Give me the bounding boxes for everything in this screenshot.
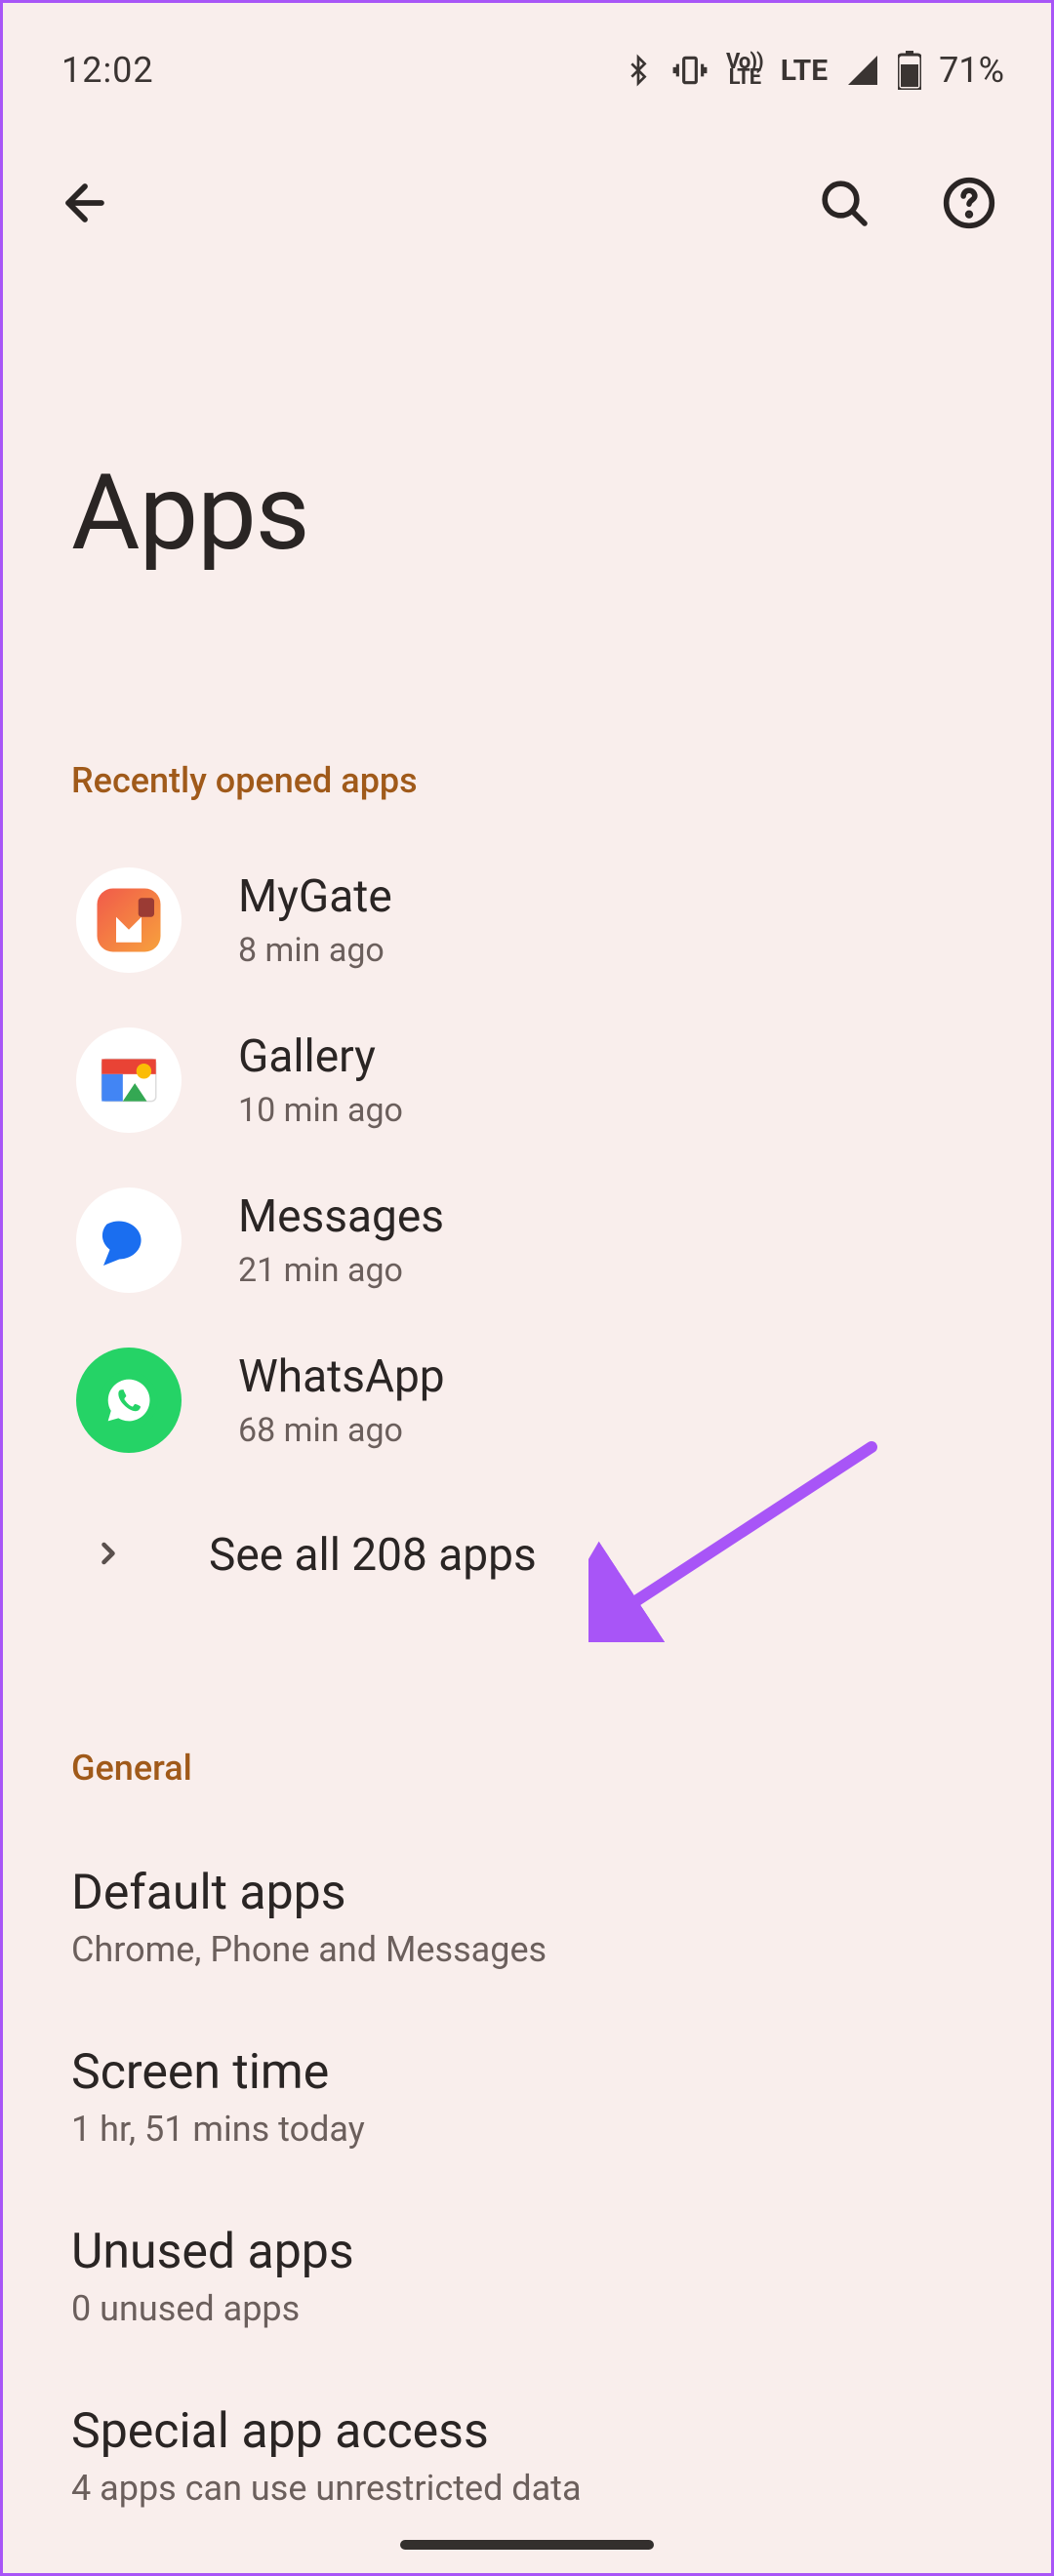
signal-icon <box>845 53 880 88</box>
toolbar <box>3 110 1051 247</box>
section-header-general: General <box>3 1621 1051 1828</box>
app-name: Gallery <box>238 1030 403 1083</box>
search-button[interactable] <box>809 168 879 238</box>
lte-icon: LTE <box>781 54 828 88</box>
item-title: Default apps <box>71 1865 983 1921</box>
chevron-right-icon <box>91 1536 126 1575</box>
whatsapp-app-icon <box>76 1348 182 1453</box>
item-subtext: Chrome, Phone and Messages <box>71 1929 983 1970</box>
page-title: Apps <box>3 247 1051 575</box>
app-name: Messages <box>238 1190 444 1243</box>
gallery-app-icon <box>76 1027 182 1133</box>
list-item[interactable]: MyGate 8 min ago <box>3 840 1051 1000</box>
list-item[interactable]: WhatsApp 68 min ago <box>3 1320 1051 1480</box>
mygate-app-icon <box>76 867 182 973</box>
volte-icon: Vo))LTE <box>726 55 763 87</box>
item-subtext: 1 hr, 51 mins today <box>71 2109 983 2150</box>
unused-apps-item[interactable]: Unused apps 0 unused apps <box>3 2187 1051 2366</box>
bluetooth-icon <box>623 51 654 90</box>
help-button[interactable] <box>934 168 1004 238</box>
see-all-label: See all 208 apps <box>209 1529 537 1582</box>
item-subtext: 4 apps can use unrestricted data <box>71 2468 983 2509</box>
section-header-recent: Recently opened apps <box>3 575 1051 840</box>
status-bar: 12:02 Vo))LTE LTE 71% <box>3 3 1051 110</box>
list-item[interactable]: Messages 21 min ago <box>3 1160 1051 1320</box>
item-subtext: 0 unused apps <box>71 2288 983 2329</box>
app-name: MyGate <box>238 870 392 923</box>
messages-app-icon <box>76 1187 182 1293</box>
item-title: Unused apps <box>71 2224 983 2280</box>
see-all-apps-button[interactable]: See all 208 apps <box>3 1480 1051 1621</box>
nav-bar-indicator[interactable] <box>400 2540 654 2550</box>
app-subtext: 21 min ago <box>238 1251 444 1290</box>
status-icons: Vo))LTE LTE 71% <box>623 50 1004 91</box>
app-subtext: 8 min ago <box>238 931 392 970</box>
default-apps-item[interactable]: Default apps Chrome, Phone and Messages <box>3 1828 1051 2007</box>
app-subtext: 68 min ago <box>238 1411 445 1450</box>
app-subtext: 10 min ago <box>238 1091 403 1130</box>
back-button[interactable] <box>50 168 120 238</box>
list-item[interactable]: Gallery 10 min ago <box>3 1000 1051 1160</box>
screen-time-item[interactable]: Screen time 1 hr, 51 mins today <box>3 2007 1051 2187</box>
battery-icon <box>898 51 921 90</box>
battery-percent: 71% <box>939 50 1004 91</box>
item-title: Special app access <box>71 2403 983 2460</box>
status-time: 12:02 <box>61 50 154 91</box>
app-name: WhatsApp <box>238 1350 445 1403</box>
special-app-access-item[interactable]: Special app access 4 apps can use unrest… <box>3 2366 1051 2546</box>
vibrate-icon <box>671 52 709 89</box>
item-title: Screen time <box>71 2044 983 2101</box>
